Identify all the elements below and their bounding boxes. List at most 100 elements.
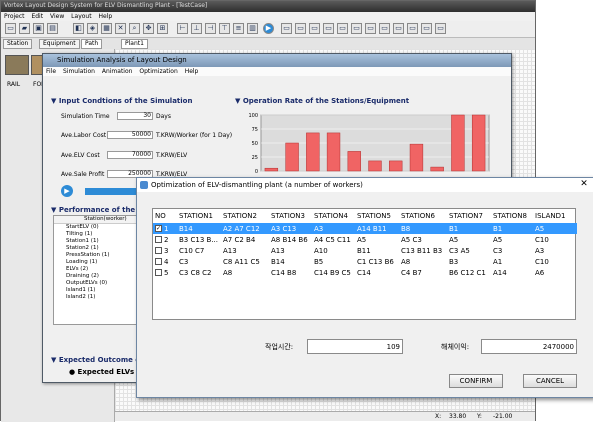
sim-menu-animation[interactable]: Animation	[102, 68, 133, 75]
grid-cell[interactable]: B6 C12 C1	[447, 267, 491, 278]
grid-row[interactable]: ✓ 1 B14 A2 A7 C12 A3 C13 A3 A14 B11 B8 B1 B1 A5	[153, 223, 577, 234]
grid-cell[interactable]: C3 A5	[447, 245, 491, 256]
menu-project[interactable]: Project	[4, 13, 25, 20]
layout-d-icon[interactable]: ▭	[323, 23, 334, 34]
layout-c-icon[interactable]: ▭	[309, 23, 320, 34]
grid-cell[interactable]: B8	[399, 223, 447, 234]
print-icon[interactable]: ▤	[47, 23, 58, 34]
grid-row-number[interactable]: 4	[153, 256, 177, 267]
elv-cost-input[interactable]: 70000	[107, 151, 153, 159]
sim-menu-file[interactable]: File	[46, 68, 56, 75]
fit-icon[interactable]: ⊞	[157, 23, 168, 34]
align-top-icon[interactable]: ⊤	[219, 23, 230, 34]
grid-cell[interactable]: C3	[177, 256, 221, 267]
grid-cell[interactable]: C10 C7	[177, 245, 221, 256]
grid-cell[interactable]: A10	[312, 245, 355, 256]
layout-a-icon[interactable]: ▭	[281, 23, 292, 34]
save-icon[interactable]: ▣	[33, 23, 44, 34]
grid-column-header[interactable]: STATION7	[447, 209, 491, 223]
grid-cell[interactable]: C3	[491, 245, 533, 256]
profit-field[interactable]: 2470000	[481, 339, 577, 354]
row-checkbox[interactable]	[155, 258, 162, 265]
tab-path[interactable]: Path	[81, 39, 103, 49]
tab-equipment[interactable]: Equipment	[39, 39, 80, 49]
layout-g-icon[interactable]: ▭	[365, 23, 376, 34]
grid-row[interactable]: 2 B3 C13 B... A7 C2 B4 A8 B14 B6 A4 C5 C11 A5…	[153, 234, 577, 245]
zoom-icon[interactable]: ⌕	[129, 23, 140, 34]
grid-cell[interactable]: B14	[269, 256, 312, 267]
path-icon[interactable]: ▦	[101, 23, 112, 34]
grid-cell[interactable]: C10	[533, 234, 577, 245]
grid-cell[interactable]: C8 A11 C5	[221, 256, 269, 267]
align-left-icon[interactable]: ⊢	[177, 23, 188, 34]
grid-column-header[interactable]: STATION4	[312, 209, 355, 223]
play-icon[interactable]: ▶	[263, 23, 274, 34]
grid-row-number[interactable]: 5	[153, 267, 177, 278]
layer-icon[interactable]: ◧	[73, 23, 84, 34]
layout-e-icon[interactable]: ▭	[337, 23, 348, 34]
grid-cell[interactable]: B3	[447, 256, 491, 267]
grid-cell[interactable]: A3	[533, 245, 577, 256]
align-center-icon[interactable]: ⊥	[191, 23, 202, 34]
labor-cost-input[interactable]: 50000	[107, 131, 153, 139]
layout-h-icon[interactable]: ▭	[379, 23, 390, 34]
grid-cell[interactable]: A2 A7 C12	[221, 223, 269, 234]
layout-f-icon[interactable]: ▭	[351, 23, 362, 34]
grid-cell[interactable]: C1 C13 B6	[355, 256, 399, 267]
optimization-grid[interactable]: NO STATION1 STATION2 STATION3 STATION4 STATIO…	[152, 208, 577, 320]
grid-cell[interactable]: B3 C13 B...	[177, 234, 221, 245]
grid-column-header[interactable]: STATION1	[177, 209, 221, 223]
grid-cell[interactable]: A14	[491, 267, 533, 278]
close-icon[interactable]: ✕	[577, 179, 591, 191]
cancel-button[interactable]: CANCEL	[523, 374, 577, 388]
align-right-icon[interactable]: ⊣	[205, 23, 216, 34]
grid-cell[interactable]: A5 C3	[399, 234, 447, 245]
group-icon[interactable]: ▥	[247, 23, 258, 34]
grid-cell[interactable]: A3	[312, 223, 355, 234]
grid-column-header[interactable]: STATION3	[269, 209, 312, 223]
menu-view[interactable]: View	[50, 13, 64, 20]
row-checkbox[interactable]: ✓	[155, 225, 162, 232]
grid-cell[interactable]: A13	[269, 245, 312, 256]
layout-j-icon[interactable]: ▭	[407, 23, 418, 34]
grid-cell[interactable]: B1	[447, 223, 491, 234]
grid-cell[interactable]: C14	[355, 267, 399, 278]
layout-l-icon[interactable]: ▭	[435, 23, 446, 34]
grid-cell[interactable]: A5	[491, 234, 533, 245]
sim-menu-optimization[interactable]: Optimization	[139, 68, 177, 75]
grid-cell[interactable]: A3 C13	[269, 223, 312, 234]
menu-edit[interactable]: Edit	[31, 13, 43, 20]
sim-menu-simulation[interactable]: Simulation	[63, 68, 95, 75]
grid-cell[interactable]: A5	[447, 234, 491, 245]
grid-column-header[interactable]: STATION2	[221, 209, 269, 223]
grid-cell[interactable]: C13 B11 B3	[399, 245, 447, 256]
pan-icon[interactable]: ✥	[143, 23, 154, 34]
delete-icon[interactable]: ✕	[115, 23, 126, 34]
grid-row[interactable]: 5 C3 C8 C2 A8 C14 B8 C14 B9 C5 C14 C4 B7 B6 C12…	[153, 267, 577, 278]
grid-row[interactable]: 4 C3 C8 A11 C5 B14 B5 C1 C13 B6 A8 B3 A1 C10	[153, 256, 577, 267]
new-file-icon[interactable]: ▭	[5, 23, 16, 34]
grid-cell[interactable]: A4 C5 C11	[312, 234, 355, 245]
grid-cell[interactable]: A8	[399, 256, 447, 267]
layout-i-icon[interactable]: ▭	[393, 23, 404, 34]
layout-k-icon[interactable]: ▭	[421, 23, 432, 34]
grid-row-number[interactable]: ✓ 1	[153, 223, 177, 234]
grid-cell[interactable]: A5	[533, 223, 577, 234]
sim-time-input[interactable]: 30	[117, 112, 153, 120]
grid-cell[interactable]: A5	[355, 234, 399, 245]
grid-cell[interactable]: B14	[177, 223, 221, 234]
distribute-icon[interactable]: ≡	[233, 23, 244, 34]
grid-cell[interactable]: A14 B11	[355, 223, 399, 234]
row-checkbox[interactable]	[155, 269, 162, 276]
grid-column-header[interactable]: ISLAND1	[533, 209, 577, 223]
sim-menu-help[interactable]: Help	[185, 68, 199, 75]
grid-column-header[interactable]: STATION8	[491, 209, 533, 223]
tab-station[interactable]: Station	[3, 39, 33, 49]
grid-cell[interactable]: C14 B8	[269, 267, 312, 278]
open-folder-icon[interactable]: ▰	[19, 23, 30, 34]
grid-row-number[interactable]: 3	[153, 245, 177, 256]
grid-column-header[interactable]: STATION5	[355, 209, 399, 223]
grid-cell[interactable]: A13	[221, 245, 269, 256]
grid-row[interactable]: 3 C10 C7 A13 A13 A10 B11 C13 B11 B3 C3 A5 C3 A3	[153, 245, 577, 256]
grid-cell[interactable]: B11	[355, 245, 399, 256]
